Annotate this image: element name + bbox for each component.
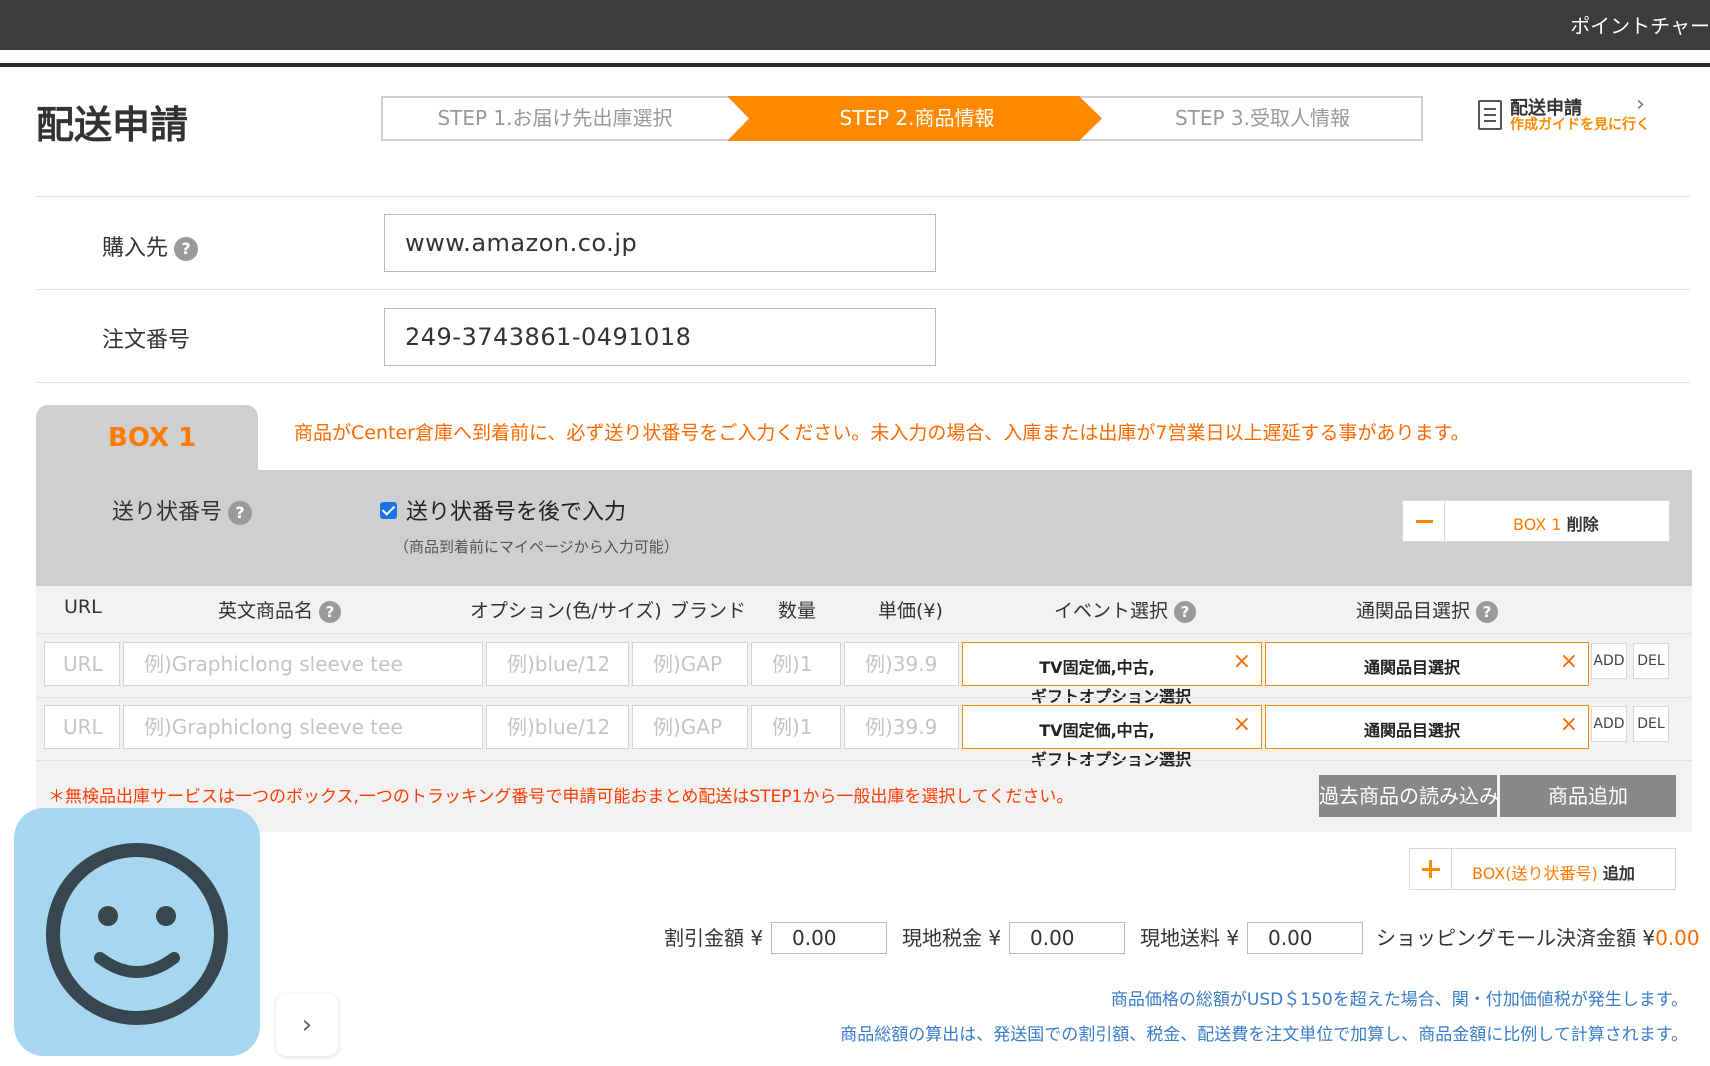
- purchase-source-input[interactable]: www.amazon.co.jp: [384, 214, 936, 272]
- enter-later-label[interactable]: 送り状番号を後で入力: [406, 494, 626, 526]
- local-tax-input[interactable]: 0.00: [1009, 922, 1125, 954]
- enter-later-checkbox[interactable]: [380, 502, 397, 519]
- inspection-footnote: ＊無検品出庫サービスは一つのボックス,一つのトラッキング番号で申請可能おまとめ配…: [48, 787, 1074, 807]
- minus-icon: [1403, 501, 1445, 541]
- page-title: 配送申請: [36, 103, 189, 147]
- event-select[interactable]: TV固定価,中古, × ギフトオプション選択: [962, 705, 1262, 769]
- step-2-label: STEP 2.商品情報: [839, 106, 995, 130]
- discount-input[interactable]: 0.00: [771, 922, 887, 954]
- purchase-source-label: 購入先?: [102, 230, 199, 262]
- col-customs: 通関品目選択?: [1356, 596, 1499, 623]
- smiley-icon: [46, 843, 228, 1025]
- points-charge-link[interactable]: ポイントチャー: [1570, 10, 1710, 39]
- step-indicator: STEP 1.お届け先出庫選択 STEP 2.商品情報 STEP 3.受取人情報: [381, 96, 1423, 141]
- calculation-note: 商品総額の算出は、発送国での割引額、税金、配送費を注文単位で加算し、商品金額に比…: [840, 1025, 1688, 1045]
- customs-select-value: 通関品目選択: [1363, 658, 1460, 677]
- close-icon[interactable]: ×: [1233, 649, 1251, 674]
- top-bar: ポイントチャー: [0, 0, 1710, 50]
- add-item-button[interactable]: 商品追加: [1500, 775, 1676, 817]
- guide-link[interactable]: 配送申請 作成ガイドを見に行く ›: [1476, 92, 1656, 136]
- box-tab[interactable]: BOX 1: [36, 405, 258, 471]
- step-3[interactable]: STEP 3.受取人情報: [1102, 98, 1423, 139]
- delete-box-button[interactable]: BOX 1 削除: [1402, 500, 1670, 542]
- gift-option-text: ギフトオプション選択: [1031, 750, 1192, 769]
- add-box-label: BOX(送り状番号): [1472, 864, 1598, 883]
- chevron-right-icon: ›: [1636, 92, 1645, 117]
- help-icon[interactable]: ?: [228, 501, 253, 525]
- customs-select[interactable]: 通関品目選択 ×: [1265, 705, 1589, 749]
- chat-widget[interactable]: [14, 808, 260, 1056]
- discount-label: 割引金額 ¥: [664, 926, 764, 950]
- url-input[interactable]: URL: [44, 705, 120, 749]
- mall-total-value: 0.00: [1655, 926, 1700, 950]
- add-row-button[interactable]: ADD: [1591, 643, 1627, 679]
- help-icon[interactable]: ?: [1476, 600, 1499, 623]
- add-box-action: 追加: [1602, 864, 1635, 883]
- price-input[interactable]: 例)39.9: [844, 705, 959, 749]
- divider: [36, 289, 1690, 290]
- local-tax-label: 現地税金 ¥: [902, 926, 1002, 950]
- event-select-value: TV固定価,中古,: [1039, 658, 1155, 677]
- add-box-button[interactable]: BOX(送り状番号) 追加: [1409, 848, 1676, 890]
- help-icon[interactable]: ?: [174, 237, 199, 261]
- header-divider: [0, 63, 1710, 67]
- col-price: 単価(¥): [878, 600, 943, 622]
- col-name: 英文商品名?: [218, 596, 342, 623]
- quantity-input[interactable]: 例)1: [751, 642, 841, 686]
- row-divider: [36, 760, 1692, 761]
- row-divider: [36, 697, 1692, 698]
- price-input[interactable]: 例)39.9: [844, 642, 959, 686]
- product-name-input[interactable]: 例)Graphiclong sleeve tee: [123, 642, 483, 686]
- close-icon[interactable]: ×: [1233, 712, 1251, 737]
- close-icon[interactable]: ×: [1560, 712, 1578, 737]
- chevron-right-icon[interactable]: ›: [276, 994, 338, 1056]
- plus-icon: [1410, 849, 1452, 889]
- row-divider: [36, 633, 1692, 634]
- delete-label: 削除: [1566, 515, 1599, 534]
- load-past-items-button[interactable]: 過去商品の読み込み: [1319, 775, 1499, 817]
- product-name-input[interactable]: 例)Graphiclong sleeve tee: [123, 705, 483, 749]
- add-row-button[interactable]: ADD: [1591, 706, 1627, 742]
- customs-select-value: 通関品目選択: [1363, 721, 1460, 740]
- option-input[interactable]: 例)blue/12: [486, 705, 629, 749]
- local-shipping-label: 現地送料 ¥: [1140, 926, 1240, 950]
- col-option: オプション(色/サイズ): [470, 600, 662, 622]
- divider: [36, 196, 1690, 197]
- col-brand: ブランド: [670, 600, 747, 622]
- brand-input[interactable]: 例)GAP: [632, 705, 748, 749]
- delete-row-button[interactable]: DEL: [1633, 643, 1669, 679]
- event-select-value: TV固定価,中古,: [1039, 721, 1155, 740]
- col-event: イベント選択?: [1054, 596, 1197, 623]
- mall-total-label: ショッピングモール決済金額 ¥: [1376, 926, 1656, 950]
- mall-total: ショッピングモール決済金額 ¥0.00: [1376, 922, 1700, 951]
- delete-box-name: BOX 1: [1513, 515, 1562, 534]
- col-qty: 数量: [778, 600, 817, 622]
- option-input[interactable]: 例)blue/12: [486, 642, 629, 686]
- local-shipping-input[interactable]: 0.00: [1247, 922, 1363, 954]
- col-url: URL: [64, 596, 102, 618]
- tracking-number-label: 送り状番号?: [112, 494, 253, 526]
- guide-subtitle: 作成ガイドを見に行く: [1510, 117, 1650, 133]
- event-select[interactable]: TV固定価,中古, × ギフトオプション選択: [962, 642, 1262, 706]
- brand-input[interactable]: 例)GAP: [632, 642, 748, 686]
- order-number-label: 注文番号: [102, 328, 191, 353]
- help-icon[interactable]: ?: [1174, 600, 1197, 623]
- duty-note: 商品価格の総額がUSD＄150を超えた場合、関・付加価値税が発生します。: [1110, 990, 1688, 1010]
- enter-later-note: （商品到着前にマイページから入力可能）: [394, 538, 679, 556]
- quantity-input[interactable]: 例)1: [751, 705, 841, 749]
- url-input[interactable]: URL: [44, 642, 120, 686]
- box-tab-label: BOX 1: [108, 423, 197, 453]
- step-1[interactable]: STEP 1.お届け先出庫選択: [383, 98, 727, 139]
- divider: [36, 382, 1690, 383]
- gift-option-text: ギフトオプション選択: [1031, 687, 1192, 706]
- customs-select[interactable]: 通関品目選択 ×: [1265, 642, 1589, 686]
- close-icon[interactable]: ×: [1560, 649, 1578, 674]
- tracking-warning: 商品がCenter倉庫へ到着前に、必ず送り状番号をご入力ください。未入力の場合、…: [294, 422, 1470, 444]
- delete-row-button[interactable]: DEL: [1633, 706, 1669, 742]
- help-icon[interactable]: ?: [319, 600, 342, 623]
- document-icon: [1478, 100, 1502, 130]
- order-number-input[interactable]: 249-3743861-0491018: [384, 308, 936, 366]
